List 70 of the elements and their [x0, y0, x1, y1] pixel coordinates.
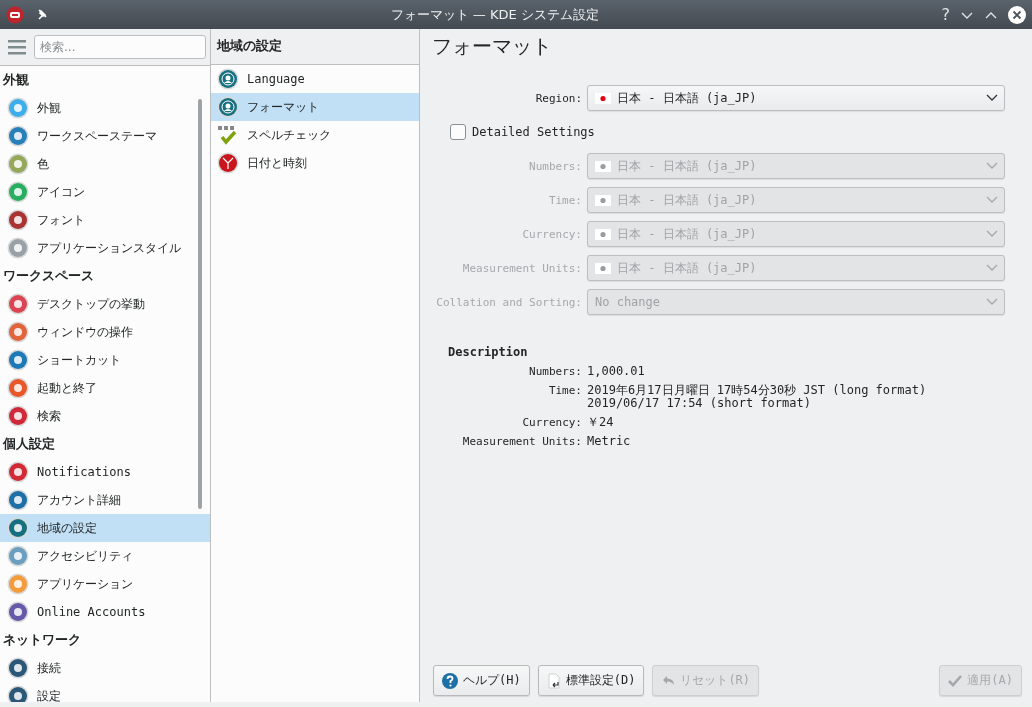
- module-item[interactable]: Language: [211, 65, 419, 93]
- sidebar-item[interactable]: アプリケーションスタイル: [0, 234, 210, 262]
- sidebar-item[interactable]: 検索: [0, 402, 210, 430]
- sidebar-item[interactable]: ウィンドウの操作: [0, 318, 210, 346]
- description-value: ￥24: [587, 416, 615, 429]
- sidebar-item[interactable]: Notifications: [0, 458, 210, 486]
- globe-person-icon: [217, 68, 239, 90]
- chevron-down-icon: [986, 298, 998, 306]
- field-label: Collation and Sorting:: [435, 295, 582, 309]
- checkbox-label: Detailed Settings: [472, 125, 595, 139]
- chevron-down-icon: [986, 264, 998, 272]
- sidebar-item[interactable]: フォント: [0, 206, 210, 234]
- chevron-down-icon: [986, 196, 998, 204]
- description-value: 1,000.01: [587, 365, 646, 378]
- module-item[interactable]: スペルチェック: [211, 121, 419, 149]
- sidebar-item[interactable]: 接続: [0, 654, 210, 682]
- window-title: フォーマット — KDE システム設定: [389, 5, 600, 24]
- clock-icon: [217, 152, 239, 174]
- help-button[interactable]: ?: [941, 5, 950, 24]
- sidebar-item[interactable]: アクセシビリティ: [0, 542, 210, 570]
- chevron-down-icon: [986, 94, 998, 102]
- search-field[interactable]: 検索...: [34, 35, 206, 59]
- menu-icon[interactable]: [8, 39, 26, 55]
- chevron-down-icon: [986, 162, 998, 170]
- sidebar-item[interactable]: 色: [0, 150, 210, 178]
- field-label: Measurement Units:: [461, 261, 582, 275]
- dialog-button[interactable]: ヘルプ(H): [433, 665, 530, 696]
- globe-person-icon: [217, 96, 239, 118]
- field-label: Region:: [534, 91, 582, 105]
- category-heading: 個人設定: [1, 435, 56, 453]
- close-icon[interactable]: [1008, 5, 1026, 24]
- field-label: Numbers:: [528, 159, 582, 173]
- description-label: Currency:: [521, 416, 582, 429]
- sidebar-item[interactable]: 地域の設定: [0, 514, 210, 542]
- app-icon[interactable]: [6, 5, 24, 24]
- spellcheck-icon: [217, 124, 239, 146]
- field-label: Currency:: [521, 227, 582, 241]
- description-value: Metric: [587, 435, 632, 448]
- panel-title: 地域の設定: [211, 29, 419, 65]
- sidebar-item[interactable]: アイコン: [0, 178, 210, 206]
- sidebar-item[interactable]: 外観: [0, 94, 210, 122]
- chevron-down-icon: [986, 230, 998, 238]
- scrollbar[interactable]: [198, 99, 202, 509]
- category-heading: 外観: [2, 71, 30, 89]
- description-label: Numbers:: [528, 365, 582, 378]
- checkbox[interactable]: [450, 124, 466, 140]
- description-value: 2019/06/17 17:54 (short format): [587, 397, 812, 410]
- sidebar-item[interactable]: アカウント詳細: [0, 486, 210, 514]
- section-heading: Description: [448, 345, 529, 359]
- dropdown[interactable]: 日本 - 日本語 (ja_JP): [587, 85, 1005, 111]
- sidebar-item[interactable]: ショートカット: [0, 346, 210, 374]
- module-item[interactable]: フォーマット: [211, 93, 419, 121]
- sidebar-item[interactable]: デスクトップの挙動: [0, 290, 210, 318]
- dialog-button[interactable]: 標準設定(D): [537, 665, 645, 696]
- checkmark-icon: [948, 673, 963, 688]
- category-heading: ワークスペース: [2, 267, 95, 285]
- sidebar-item[interactable]: 起動と終了: [0, 374, 210, 402]
- sidebar-item[interactable]: アプリケーション: [0, 570, 210, 598]
- sidebar-item[interactable]: ワークスペーステーマ: [0, 122, 210, 150]
- description-value: 2019年6月17日月曜日 17時54分30秒 JST (long format): [587, 384, 928, 397]
- module-item[interactable]: 日付と時刻: [211, 149, 419, 177]
- field-label: Time:: [547, 193, 582, 207]
- sidebar-item[interactable]: 設定: [0, 682, 210, 702]
- description-label: Measurement Units:: [461, 435, 582, 448]
- description-label: Time:: [547, 384, 582, 399]
- page-title: フォーマット: [432, 33, 553, 60]
- document-icon: [546, 672, 561, 689]
- category-heading: ネットワーク: [2, 631, 82, 649]
- help-icon: [442, 672, 458, 689]
- sidebar-item[interactable]: Online Accounts: [0, 598, 210, 626]
